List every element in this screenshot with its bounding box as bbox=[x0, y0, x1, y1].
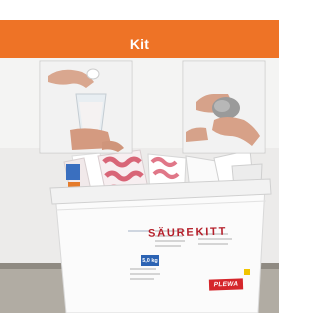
header-title: Kit bbox=[129, 36, 150, 52]
header-banner: Kit bbox=[0, 20, 279, 58]
top-spacer bbox=[0, 0, 279, 20]
inset-photo-mixing bbox=[182, 60, 266, 154]
product-card: Kit SÄUREKITT 5,0 kg PLEWA bbox=[0, 0, 279, 313]
inset-photos bbox=[39, 60, 266, 154]
product-weight-tag: 5,0 kg bbox=[141, 255, 159, 266]
bucket bbox=[49, 178, 272, 313]
inset-photo-pouring bbox=[39, 60, 133, 154]
brand-logo: PLEWA bbox=[208, 278, 244, 291]
